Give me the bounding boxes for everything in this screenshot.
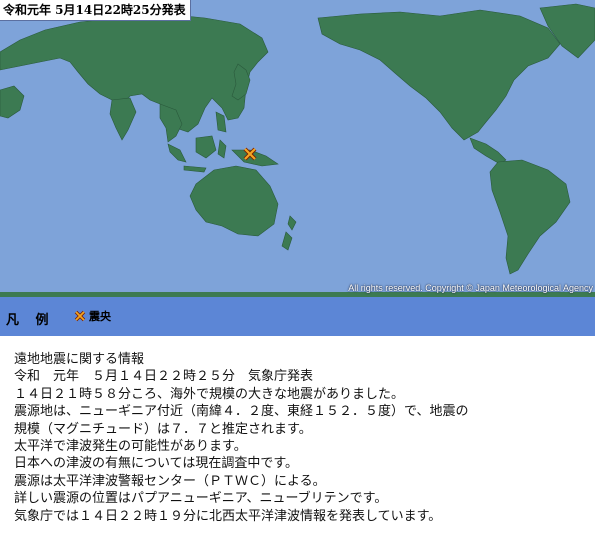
land-sulawesi <box>217 139 227 159</box>
info-line-magnitude: 規模（マグニチュード）は７．７と推定されます。 <box>14 421 312 437</box>
legend-item-epicenter: 震央 <box>74 308 111 324</box>
land-north-america <box>317 9 561 141</box>
world-map: 令和元年 5月14日22時25分発表 All rights reserved. … <box>0 0 595 297</box>
land-arabia <box>0 85 25 119</box>
land-java <box>183 165 207 173</box>
info-line-location-detail: 詳しい震源の位置はパプアニューギニア、ニューブリテンです。 <box>14 491 388 507</box>
info-line-source: 震源は太平洋津波警報センター（ＰＴＷＣ）による。 <box>14 473 326 489</box>
info-line-issued: 令和 元年 ５月１４日２２時２５分 気象庁発表 <box>14 369 314 385</box>
announcement-time: 令和元年 5月14日22時25分発表 <box>0 0 191 21</box>
copyright-notice: All rights reserved. Copyright © Japan M… <box>348 283 593 293</box>
info-line-japan-tsunami: 日本への津波の有無については現在調査中です。 <box>14 456 299 472</box>
epicenter-cross-icon <box>74 310 86 322</box>
info-panel: 遠地地震に関する情報 令和 元年 ５月１４日２２時２５分 気象庁発表 １４日２１… <box>0 336 595 557</box>
legend-title: 凡 例 <box>6 313 55 328</box>
info-line-epicenter: 震源地は、ニューギニア付近（南緯４．２度、東経１５２．５度）で、地震の <box>14 404 469 420</box>
info-line-title: 遠地地震に関する情報 <box>14 352 145 367</box>
land-new-zealand <box>281 231 293 251</box>
info-line-occurrence: １４日２１時５８分ころ、海外で規模の大きな地震がありました。 <box>14 386 405 402</box>
land-borneo <box>195 135 217 159</box>
land-india <box>109 97 137 141</box>
land-australia <box>189 165 279 237</box>
legend-bar: 凡 例 震央 <box>0 297 595 336</box>
land-south-america <box>489 159 571 275</box>
legend-label-epicenter: 震央 <box>89 310 111 323</box>
info-line-nwpac-info: 気象庁では１４日２２時１９分に北西太平洋津波情報を発表しています。 <box>14 508 442 524</box>
info-text: 遠地地震に関する情報 令和 元年 ５月１４日２２時２５分 気象庁発表 １４日２１… <box>14 351 468 525</box>
land-central-america <box>469 137 507 165</box>
land-new-zealand-north <box>287 215 297 231</box>
info-line-tsunami-possibility: 太平洋で津波発生の可能性があります。 <box>14 439 247 455</box>
land-sumatra <box>167 143 187 163</box>
world-map-graphic <box>0 3 595 297</box>
land-philippines <box>215 111 227 133</box>
